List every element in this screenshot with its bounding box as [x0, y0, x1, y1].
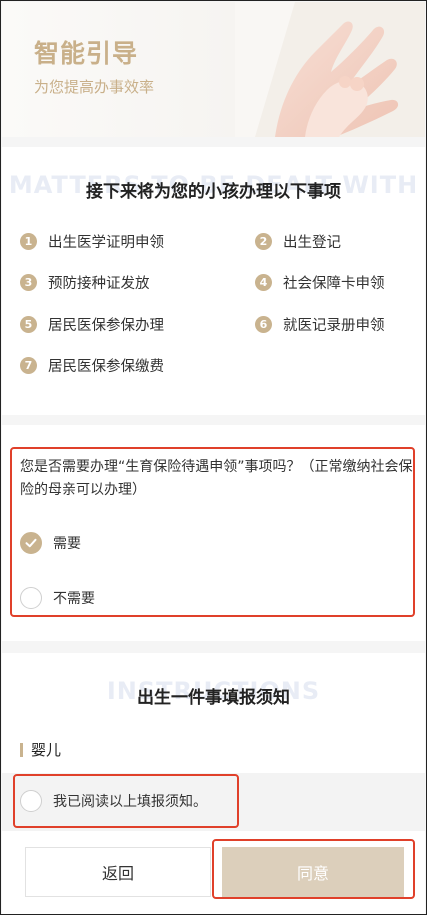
number-badge: 3 — [20, 274, 37, 291]
number-badge: 7 — [20, 357, 37, 374]
baby-label: 婴儿 — [31, 741, 62, 759]
bottom-bar: 返回 同意 — [2, 831, 425, 914]
list-item: 5 居民医保参保办理 — [20, 314, 164, 335]
item-label: 居民医保参保办理 — [48, 318, 164, 334]
list-item: 4 社会保障卡申领 — [255, 272, 385, 293]
option-no-need[interactable]: 不需要 — [20, 587, 95, 609]
item-label: 预防接种证发放 — [48, 276, 150, 292]
number-badge: 6 — [255, 316, 272, 333]
confirm-label: 我已阅读以上填报须知。 — [53, 794, 207, 810]
read-confirm-checkbox[interactable]: 我已阅读以上填报须知。 — [20, 790, 207, 812]
number-badge: 2 — [255, 233, 272, 250]
item-label: 社会保障卡申领 — [283, 276, 385, 292]
option-label: 不需要 — [53, 591, 95, 607]
option-need[interactable]: 需要 — [20, 532, 81, 554]
app-frame: 智能引导 为您提高办事效率 MATTERS TO BE DEALT WITH 接… — [0, 0, 427, 915]
item-label: 居民医保参保缴费 — [48, 359, 164, 375]
instructions-section: INSTRUCTIONS 出生一件事填报须知 婴儿 — [2, 653, 425, 773]
list-item: 3 预防接种证发放 — [20, 272, 150, 293]
instructions-title: 出生一件事填报须知 — [137, 688, 290, 708]
hero-subtitle: 为您提高办事效率 — [34, 78, 155, 96]
agree-button[interactable]: 同意 — [222, 847, 404, 897]
hands-illustration — [235, 2, 425, 137]
unchecked-radio-icon[interactable] — [20, 587, 42, 609]
question-section: 您是否需要办理“生育保险待遇申领”事项吗？（正常缴纳社会保险的母亲可以办理） 需… — [2, 425, 425, 641]
number-badge: 5 — [20, 316, 37, 333]
matters-section: MATTERS TO BE DEALT WITH 接下来将为您的小孩办理以下事项… — [2, 147, 425, 415]
baby-heading: 婴儿 — [20, 739, 61, 760]
list-item: 2 出生登记 — [255, 231, 341, 252]
checked-radio-icon[interactable] — [20, 532, 42, 554]
list-item: 7 居民医保参保缴费 — [20, 355, 164, 376]
list-item: 1 出生医学证明申领 — [20, 231, 164, 252]
accent-bar — [20, 742, 23, 757]
item-label: 就医记录册申领 — [283, 318, 385, 334]
item-label: 出生登记 — [283, 235, 341, 251]
list-item: 6 就医记录册申领 — [255, 314, 385, 335]
hero-title: 智能引导 — [34, 39, 139, 68]
matters-title: 接下来将为您的小孩办理以下事项 — [86, 182, 341, 202]
back-button[interactable]: 返回 — [25, 847, 211, 897]
confirm-section: 我已阅读以上填报须知。 — [2, 773, 425, 831]
number-badge: 4 — [255, 274, 272, 291]
option-label: 需要 — [53, 536, 81, 552]
number-badge: 1 — [20, 233, 37, 250]
question-text: 您是否需要办理“生育保险待遇申领”事项吗？（正常缴纳社会保险的母亲可以办理） — [20, 459, 413, 498]
unchecked-radio-icon[interactable] — [20, 790, 42, 812]
item-label: 出生医学证明申领 — [48, 235, 164, 251]
hero-banner: 智能引导 为您提高办事效率 — [2, 2, 425, 137]
